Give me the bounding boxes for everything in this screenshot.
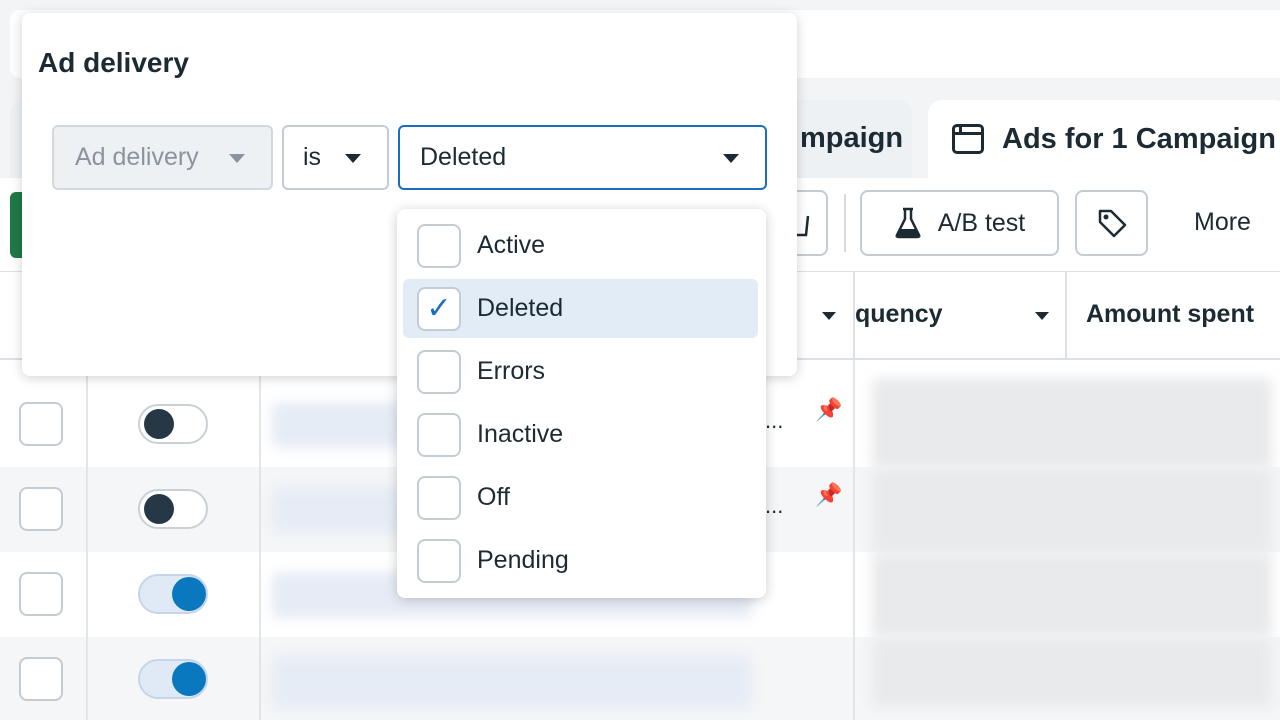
header-amount-spent[interactable]: Amount spent xyxy=(1086,300,1254,329)
truncation-ellipsis: ... xyxy=(765,408,784,433)
more-button[interactable]: More xyxy=(1194,208,1251,237)
option-pending[interactable]: Pending xyxy=(403,531,758,590)
redacted-metrics xyxy=(872,378,1272,468)
toggle-knob xyxy=(144,409,174,439)
filter-operator-value: is xyxy=(303,143,322,171)
filter-title: Ad delivery xyxy=(38,47,189,78)
table-row[interactable] xyxy=(0,637,1280,720)
option-off[interactable]: Off xyxy=(403,468,758,527)
tag-button[interactable] xyxy=(1075,190,1148,256)
option-checkbox[interactable] xyxy=(417,412,461,457)
column-divider xyxy=(86,360,88,720)
tag-icon xyxy=(1098,209,1126,238)
option-label: Inactive xyxy=(477,420,564,448)
option-label: Errors xyxy=(477,357,546,385)
toggle-knob xyxy=(172,577,206,611)
option-active[interactable]: Active xyxy=(403,216,758,275)
checkmark-icon: ✓ xyxy=(426,291,452,325)
redacted-metrics xyxy=(872,637,1272,707)
row-checkbox[interactable] xyxy=(19,402,63,446)
tab-ads[interactable]: Ads for 1 Campaign xyxy=(928,100,1280,178)
tab-campaigns-label: mpaign xyxy=(800,122,904,154)
row-checkbox[interactable] xyxy=(19,572,63,616)
option-label: Deleted xyxy=(477,294,564,322)
option-label: Pending xyxy=(477,546,569,574)
pin-icon[interactable]: 📌 xyxy=(815,398,842,422)
column-sort-caret-icon[interactable] xyxy=(822,312,836,320)
row-checkbox[interactable] xyxy=(19,657,63,701)
filter-options-dropdown: Active ✓ Deleted Errors Inactive Off Pen… xyxy=(397,209,766,598)
filter-field-select[interactable]: Ad delivery xyxy=(52,125,273,190)
redacted-metrics xyxy=(872,552,1272,637)
chevron-down-icon xyxy=(723,154,739,163)
row-toggle[interactable] xyxy=(138,404,208,444)
ab-test-button[interactable]: A/B test xyxy=(860,190,1059,256)
option-errors[interactable]: Errors xyxy=(403,342,758,401)
filter-operator-select[interactable]: is xyxy=(282,125,389,190)
option-checkbox[interactable] xyxy=(417,349,461,394)
toggle-knob xyxy=(172,662,206,696)
row-toggle[interactable] xyxy=(138,574,208,614)
row-toggle[interactable] xyxy=(138,659,208,699)
option-checkbox[interactable] xyxy=(417,475,461,520)
redacted-metrics xyxy=(872,467,1272,552)
option-inactive[interactable]: Inactive xyxy=(403,405,758,464)
toggle-knob xyxy=(144,494,174,524)
pin-icon[interactable]: 📌 xyxy=(815,483,842,507)
header-frequency[interactable]: quency xyxy=(855,300,943,329)
column-divider xyxy=(259,360,261,720)
flask-icon xyxy=(895,207,921,239)
option-checkbox[interactable]: ✓ xyxy=(417,286,461,331)
frequency-sort-caret-icon[interactable] xyxy=(1035,312,1049,320)
filter-value-text: Deleted xyxy=(420,143,507,171)
column-divider xyxy=(1065,272,1067,358)
row-checkbox[interactable] xyxy=(19,487,63,531)
chevron-down-icon xyxy=(229,154,245,163)
column-divider xyxy=(853,360,855,720)
filter-field-value: Ad delivery xyxy=(75,143,199,171)
chevron-down-icon xyxy=(345,154,361,163)
filter-value-select[interactable]: Deleted xyxy=(398,125,767,190)
ab-test-label: A/B test xyxy=(937,208,1026,237)
option-checkbox[interactable] xyxy=(417,223,461,268)
ads-manager-page: mpaign Ads for 1 Campaign A/B test More … xyxy=(0,0,1280,720)
option-label: Off xyxy=(477,483,510,511)
tab-ads-label: Ads for 1 Campaign xyxy=(1002,122,1276,155)
row-toggle[interactable] xyxy=(138,489,208,529)
ad-window-icon xyxy=(952,124,984,154)
option-deleted[interactable]: ✓ Deleted xyxy=(403,279,758,338)
option-label: Active xyxy=(477,231,546,259)
toolbar-divider xyxy=(844,194,846,252)
truncation-ellipsis: ... xyxy=(765,493,784,518)
option-checkbox[interactable] xyxy=(417,538,461,583)
redacted-name xyxy=(272,655,752,709)
